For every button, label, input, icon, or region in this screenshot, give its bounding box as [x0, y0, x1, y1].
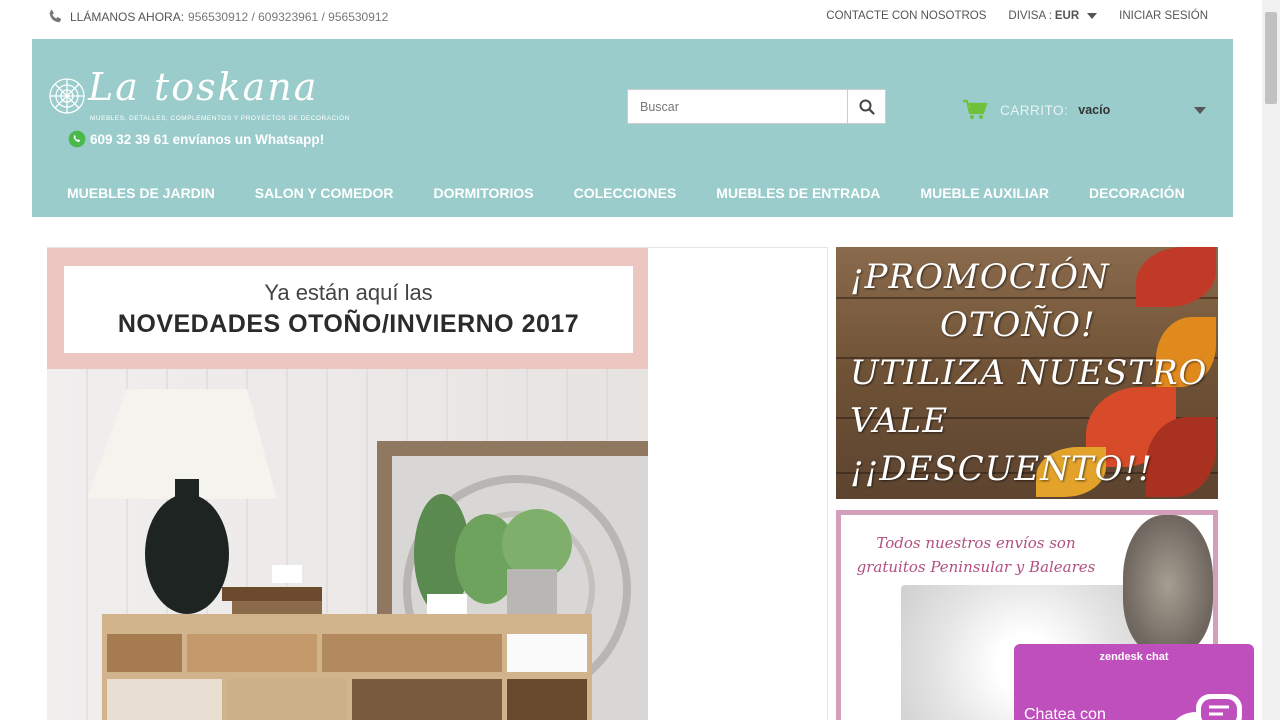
hero-photo [47, 369, 648, 720]
shipping-line: gratuitos Peninsular y Baleares [856, 558, 1096, 576]
whatsapp-icon [68, 130, 86, 148]
search-input[interactable] [627, 89, 847, 124]
nav-item-colecciones[interactable]: COLECCIONES [554, 185, 697, 201]
nav-item-muebles-de-jardin[interactable]: MUEBLES DE JARDIN [47, 185, 235, 201]
cart-widget[interactable]: CARRITO: vacío [962, 97, 1210, 123]
search-button[interactable] [847, 89, 886, 124]
logo[interactable]: La toskana MUEBLES, DETALLES, COMPLEMENT… [48, 65, 388, 129]
site-header: La toskana MUEBLES, DETALLES, COMPLEMENT… [32, 39, 1233, 217]
top-links: CONTACTE CON NOSOTROS DIVISA : EUR INICI… [804, 10, 1208, 22]
promo-line: OTOÑO! [940, 305, 1096, 345]
brand-name: La toskana [88, 65, 319, 109]
search-bar [627, 89, 886, 124]
chevron-down-icon[interactable] [1194, 107, 1206, 114]
login-link[interactable]: INICIAR SESIÓN [1119, 10, 1208, 22]
page: LLÁMANOS AHORA: 956530912 / 609323961 / … [0, 0, 1280, 720]
nav-item-salon-y-comedor[interactable]: SALON Y COMEDOR [235, 185, 414, 201]
currency-selector[interactable]: DIVISA : EUR [1008, 10, 1098, 22]
promo-line: ¡PROMOCIÓN [850, 257, 1110, 297]
promo-line: VALE [850, 401, 949, 441]
phone-icon [49, 9, 62, 23]
promo-line: ¡¡DESCUENTO!! [850, 449, 1153, 489]
nav-item-mueble-auxiliar[interactable]: MUEBLE AUXILIAR [900, 185, 1069, 201]
hero-title-box: Ya están aquí las NOVEDADES OTOÑO/INVIER… [64, 266, 633, 353]
nav-item-muebles-de-entrada[interactable]: MUEBLES DE ENTRADA [696, 185, 900, 201]
promo-banner[interactable]: ¡PROMOCIÓN OTOÑO! UTILIZA NUESTRO VALE ¡… [836, 247, 1218, 499]
scrollbar[interactable] [1262, 0, 1280, 720]
call-label: LLÁMANOS AHORA: [70, 10, 185, 24]
call-info: LLÁMANOS AHORA: 956530912 / 609323961 / … [46, 8, 388, 26]
nav-item-dormitorios[interactable]: DORMITORIOS [414, 185, 554, 201]
scrollbar-thumb[interactable] [1265, 12, 1277, 104]
shipping-line: Todos nuestros envíos son [876, 534, 1076, 552]
chevron-down-icon [1087, 13, 1098, 19]
search-icon [859, 99, 875, 115]
whatsapp-text: 609 32 39 61 envíanos un Whatsapp! [90, 131, 325, 147]
cart-value: vacío [1078, 103, 1111, 117]
contact-link[interactable]: CONTACTE CON NOSOTROS [826, 10, 986, 22]
zendesk-chat-widget[interactable]: zendesk chat Chatea con [1014, 644, 1254, 720]
mandala-logo-icon [49, 78, 85, 114]
hero-banner[interactable]: Ya están aquí las NOVEDADES OTOÑO/INVIER… [47, 248, 648, 720]
top-bar: LLÁMANOS AHORA: 956530912 / 609323961 / … [0, 0, 1262, 38]
chat-subtitle: Chatea con [1024, 706, 1106, 720]
phone-numbers: 956530912 / 609323961 / 956530912 [188, 10, 389, 24]
hero-furniture-illustration [86, 369, 648, 720]
promo-text: ¡PROMOCIÓN OTOÑO! UTILIZA NUESTRO VALE ¡… [850, 253, 1207, 493]
hero-subtitle: Ya están aquí las [264, 280, 433, 305]
nav-item-decoracion[interactable]: DECORACIÓN [1069, 185, 1205, 201]
lantern-image [1123, 515, 1213, 655]
brand-tagline: MUEBLES, DETALLES, COMPLEMENTOS Y PROYEC… [90, 115, 350, 122]
main-content: Ya están aquí las NOVEDADES OTOÑO/INVIER… [47, 247, 828, 720]
whatsapp-info: 609 32 39 61 envíanos un Whatsapp! [67, 129, 324, 149]
cart-label: CARRITO: [1000, 102, 1069, 118]
hero-title: NOVEDADES OTOÑO/INVIERNO 2017 [117, 310, 580, 338]
chat-bubble-icon [1175, 694, 1242, 720]
currency-value: EUR [1054, 10, 1080, 22]
cart-icon [963, 99, 988, 119]
chat-title: zendesk chat [1099, 651, 1169, 663]
shipping-text: Todos nuestros envíos son gratuitos Peni… [851, 531, 1101, 579]
main-nav: MUEBLES DE JARDIN SALON Y COMEDOR DORMIT… [47, 185, 1205, 201]
currency-label: DIVISA : [1008, 10, 1052, 22]
promo-line: UTILIZA NUESTRO [850, 353, 1208, 393]
